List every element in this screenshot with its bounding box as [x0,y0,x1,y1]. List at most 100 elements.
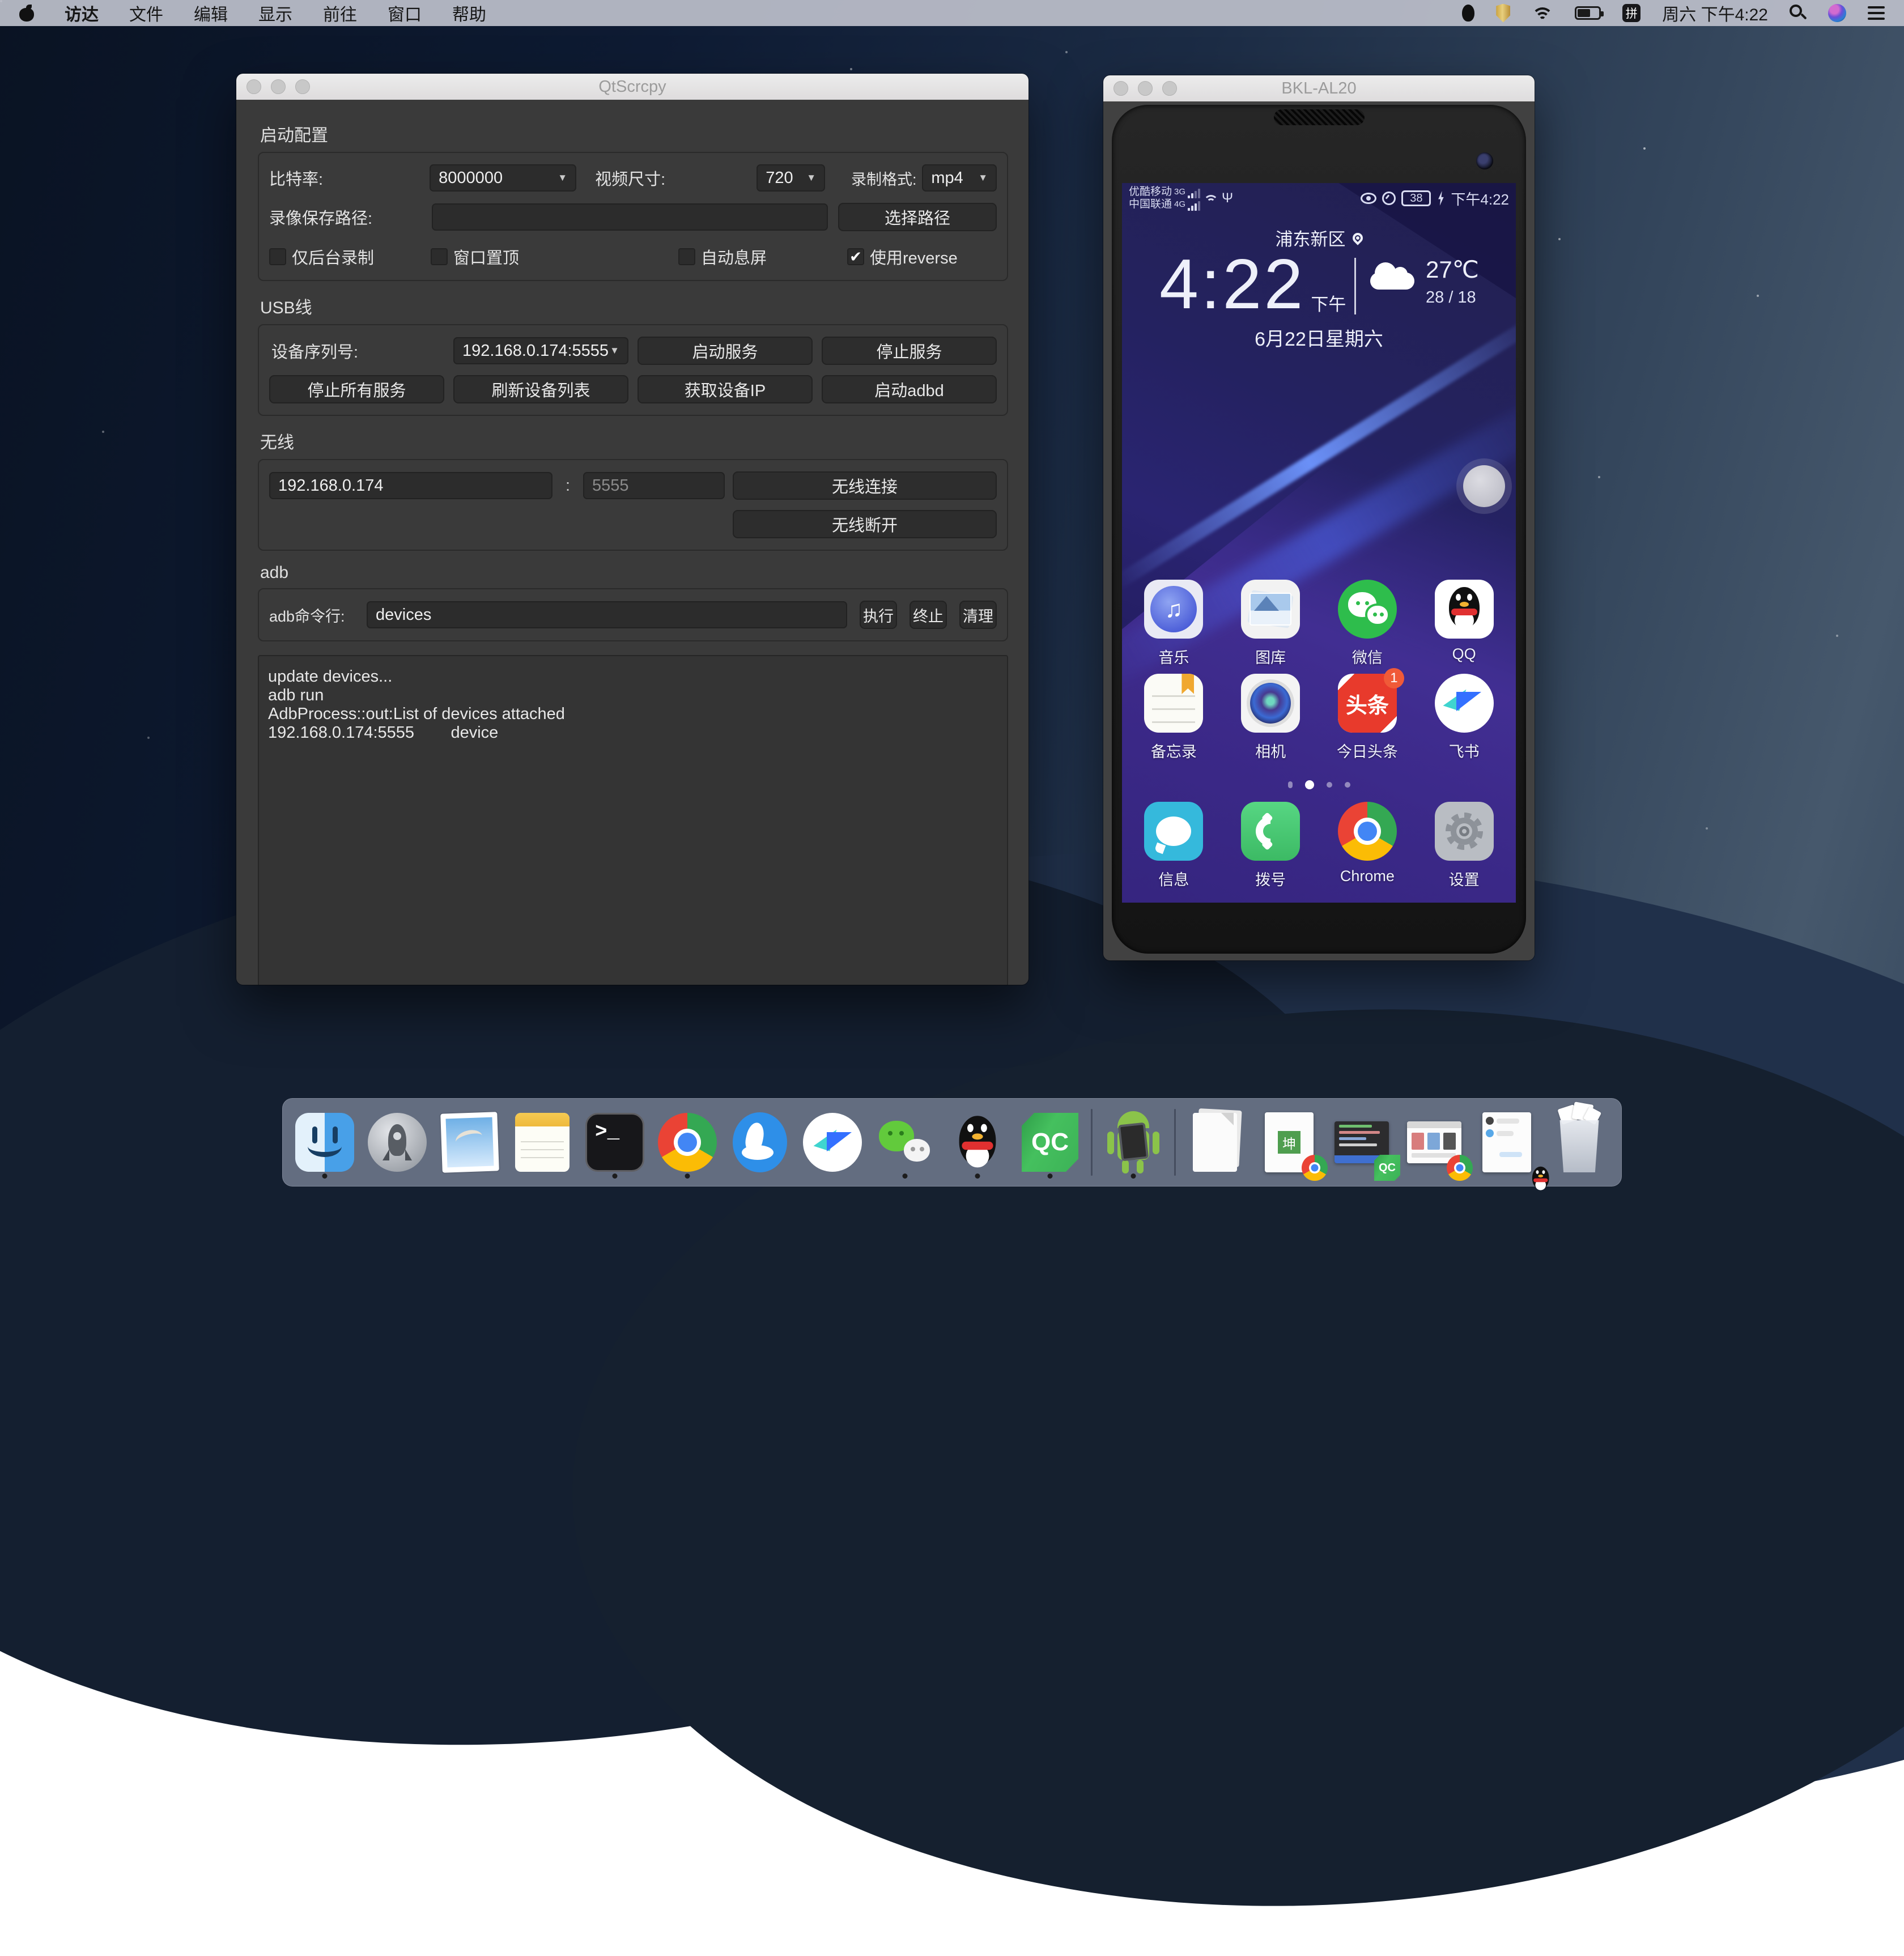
wireless-ip-input[interactable] [269,472,552,499]
dropdown-arrow-icon: ▼ [978,172,988,184]
app-wechat[interactable]: 微信 [1325,580,1410,667]
stop-all-services-button[interactable]: 停止所有服务 [269,375,444,403]
menu-file[interactable]: 文件 [129,1,163,25]
start-service-button[interactable]: 启动服务 [638,337,813,365]
dock-launchpad[interactable] [366,1108,429,1176]
app-dialer[interactable]: 拨号 [1228,802,1313,890]
record-path-input[interactable] [432,203,828,231]
qtscrcpy-body: 启动配置 比特率: 8000000 ▼ 视频尺寸: 720 ▼ 录制格式: mp… [236,100,1028,985]
app-notes[interactable]: 备忘录 [1131,674,1216,762]
dock-qq[interactable] [946,1108,1009,1176]
app-feishu[interactable]: 飞书 [1422,674,1507,762]
checkbox-box[interactable] [269,248,286,265]
dock-wechat[interactable] [873,1108,937,1176]
dock-trash[interactable] [1548,1108,1611,1176]
menu-help[interactable]: 帮助 [452,1,486,25]
adb-run-button[interactable]: 执行 [860,601,897,629]
dock-terminal[interactable]: >_ [583,1108,647,1176]
config-groupbox: 比特率: 8000000 ▼ 视频尺寸: 720 ▼ 录制格式: mp4 ▼ 录… [258,152,1008,281]
home-page-dots[interactable] [1122,780,1516,789]
wireless-disconnect-button[interactable]: 无线断开 [733,510,997,538]
dock-separator [1091,1109,1093,1176]
zoom-window-button[interactable] [1162,81,1177,96]
menu-go[interactable]: 前往 [323,1,357,25]
phone-screen[interactable]: 优酷移动 3G 中国联通 4G Ψ [1122,183,1516,903]
dock-documents[interactable] [1185,1108,1248,1176]
menu-edit[interactable]: 编辑 [194,1,228,25]
wifi-status-icon[interactable] [1532,5,1553,21]
dock-finder[interactable] [293,1108,356,1176]
trash-full-icon [1556,1112,1603,1172]
dock-mail[interactable] [438,1108,502,1176]
checkbox-use-reverse[interactable]: ✔ 使用reverse [847,245,958,269]
apple-menu-icon[interactable] [19,5,34,22]
weather-high-low: 28 / 18 [1426,288,1476,307]
refresh-device-list-button[interactable]: 刷新设备列表 [453,375,628,403]
wechat-bubbles-icon [876,1113,934,1172]
dock-android-mirror[interactable] [1102,1108,1165,1176]
app-qq[interactable]: QQ [1422,580,1507,667]
checkbox-box[interactable] [678,248,695,265]
battery-status-icon[interactable] [1575,6,1601,20]
get-device-ip-button[interactable]: 获取设备IP [638,375,813,403]
menubar-clock[interactable]: 周六 下午4:22 [1662,1,1768,25]
minimize-window-button[interactable] [1138,81,1153,96]
qq-penguin-status-icon[interactable] [1462,5,1474,22]
notification-center-icon[interactable] [1868,6,1885,20]
app-camera[interactable]: 相机 [1228,674,1313,762]
dock-browser-window-thumbnail[interactable] [1402,1108,1466,1176]
app-settings[interactable]: 设置 [1422,802,1507,890]
device-serial-combobox[interactable]: 192.168.0.174:5555 ▼ [453,337,628,364]
checkbox-auto-screen-off[interactable]: 自动息屏 [678,245,847,269]
record-format-combobox[interactable]: mp4 ▼ [922,164,997,192]
checkbox-box[interactable] [431,248,448,265]
adb-clear-button[interactable]: 清理 [959,601,997,629]
bitrate-combobox[interactable]: 8000000 ▼ [430,164,576,192]
wireless-port-input[interactable] [583,472,725,499]
stop-service-button[interactable]: 停止服务 [822,337,997,365]
start-adbd-button[interactable]: 启动adbd [822,375,997,403]
checkbox-box[interactable]: ✔ [847,248,864,265]
app-chrome[interactable]: Chrome [1325,802,1410,890]
shield-status-icon[interactable] [1496,4,1510,23]
assistive-floating-ball[interactable] [1463,465,1505,507]
dock-chrome-page-thumbnail[interactable]: 坤 [1257,1108,1321,1176]
home-clock[interactable]: 4:22 下午 [1159,244,1346,325]
dock-qq-chat-thumbnail[interactable] [1475,1108,1538,1176]
close-window-button[interactable] [246,79,261,94]
app-music[interactable]: ♫ 音乐 [1131,580,1216,667]
app-messages[interactable]: 信息 [1131,802,1216,890]
notes-icon [515,1113,570,1172]
siri-icon[interactable] [1828,4,1846,22]
spotlight-search-icon[interactable] [1790,5,1807,22]
dock-sea-lion-app[interactable] [728,1108,792,1176]
dock-chrome[interactable] [656,1108,719,1176]
menu-finder[interactable]: 访达 [65,1,99,25]
dock-feishu[interactable] [801,1108,864,1176]
choose-path-button[interactable]: 选择路径 [838,203,997,231]
menu-view[interactable]: 显示 [258,1,292,25]
video-size-combobox[interactable]: 720 ▼ [756,164,825,192]
checkbox-background-record[interactable]: 仅后台录制 [269,245,431,269]
menu-window[interactable]: 窗口 [388,1,422,25]
checkbox-window-on-top[interactable]: 窗口置顶 [431,245,678,269]
usb-section-label: USB线 [260,294,1008,318]
dock-code-window-thumbnail[interactable]: QC [1330,1108,1393,1176]
app-gallery[interactable]: 图库 [1228,580,1313,667]
record-format-value: mp4 [931,169,963,188]
input-method-icon[interactable]: 拼 [1622,4,1640,22]
chrome-badge-icon [1447,1155,1473,1181]
close-window-button[interactable] [1114,81,1128,96]
adb-command-input[interactable] [367,601,847,628]
adb-terminate-button[interactable]: 终止 [910,601,947,629]
adb-log-output[interactable]: update devices... adb run AdbProcess::ou… [258,655,1008,985]
dock-qtscrcpy[interactable]: QC [1018,1108,1082,1176]
phone-speaker [1274,109,1365,125]
minimize-window-button[interactable] [271,79,286,94]
zoom-window-button[interactable] [295,79,310,94]
qtscrcpy-titlebar[interactable]: QtScrcpy [236,74,1028,100]
app-toutiao[interactable]: 1 头条 今日头条 [1325,674,1410,762]
dock-notes[interactable] [511,1108,574,1176]
wireless-connect-button[interactable]: 无线连接 [733,471,997,500]
phone-titlebar[interactable]: BKL-AL20 [1103,75,1535,101]
